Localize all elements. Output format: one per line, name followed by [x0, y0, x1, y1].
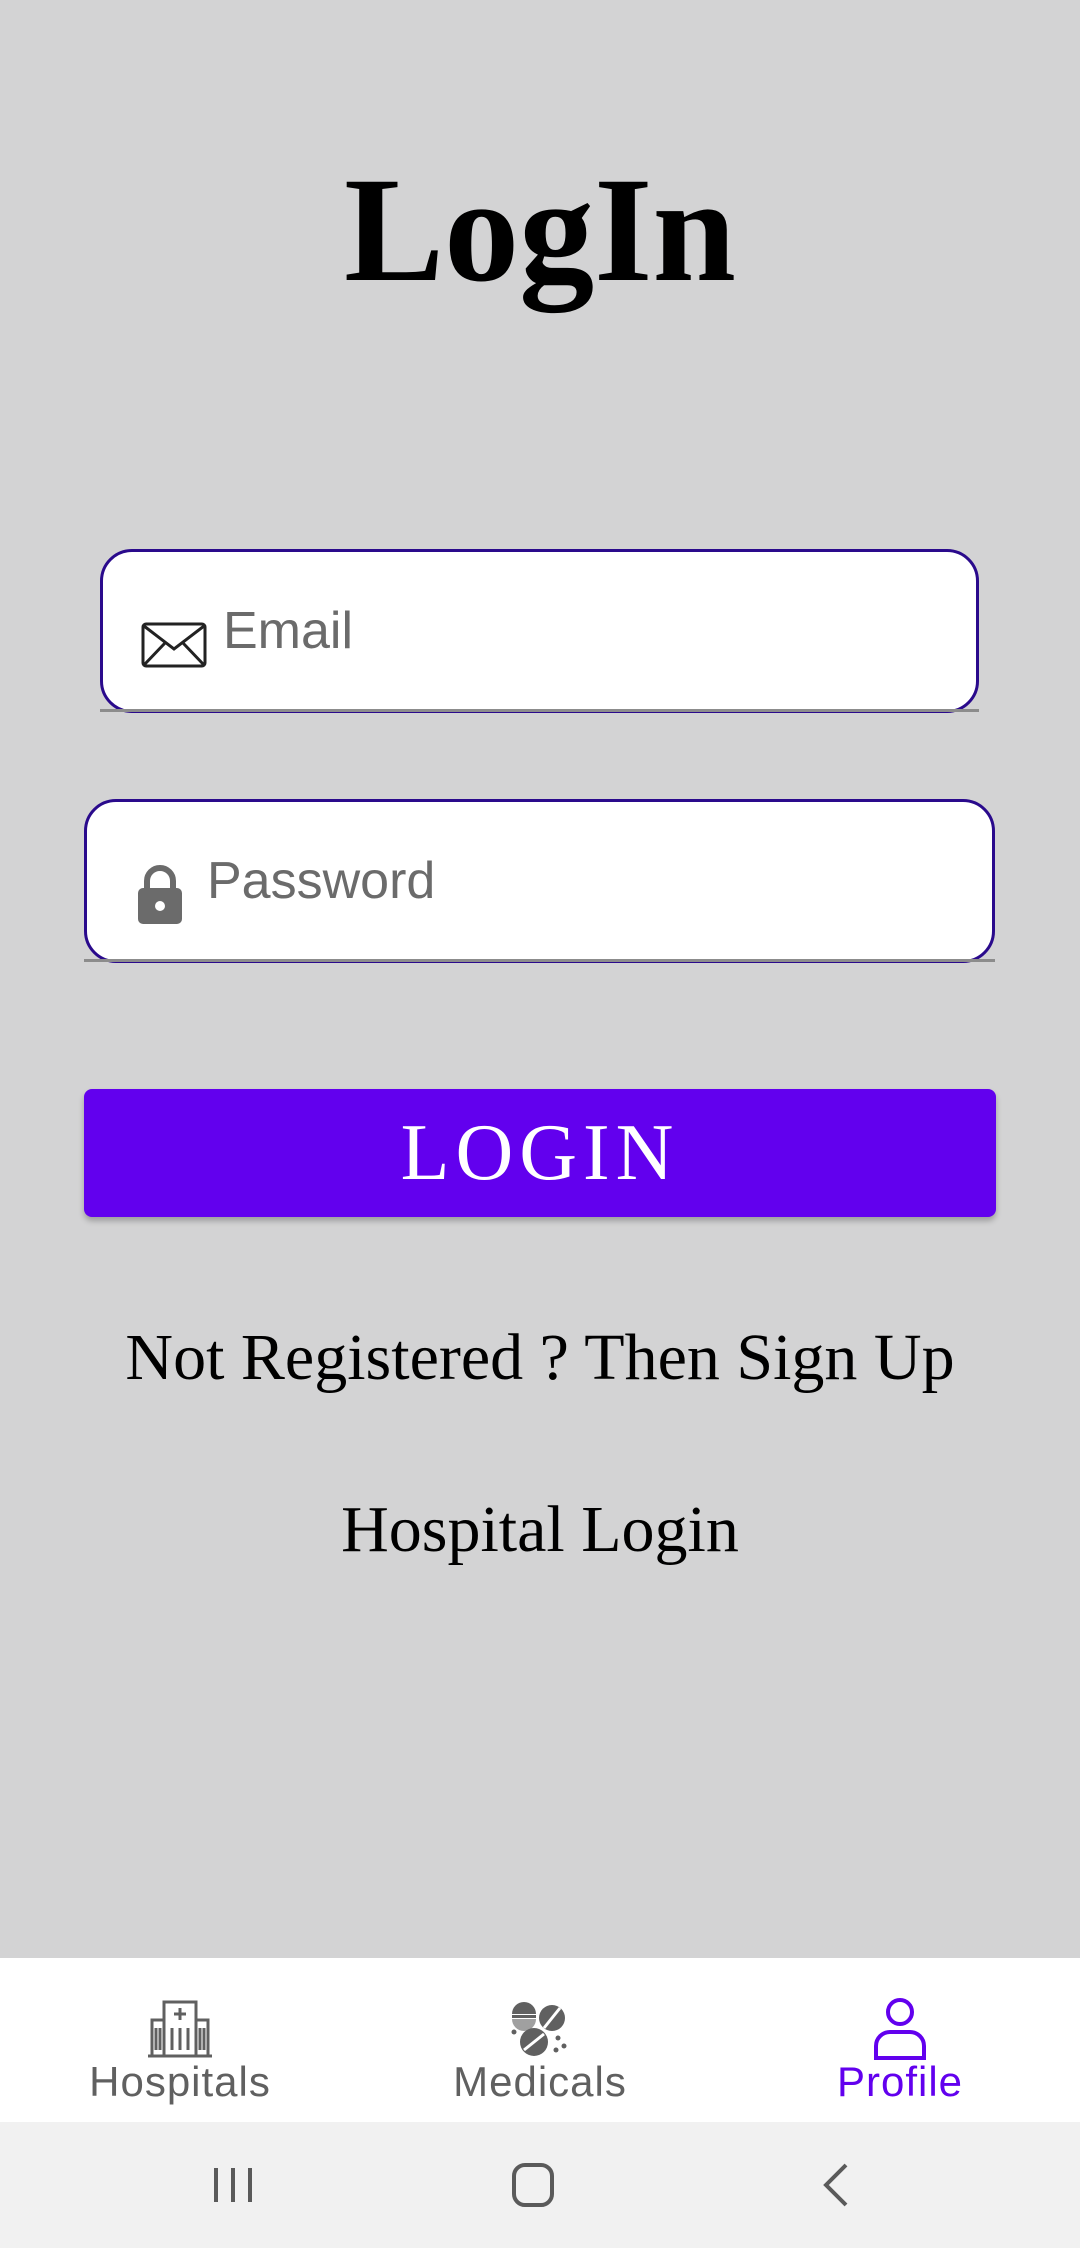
nav-label-profile: Profile: [836, 2058, 964, 2105]
signup-link[interactable]: Not Registered ? Then Sign Up: [0, 1320, 1080, 1396]
email-underline: [100, 709, 979, 712]
recents-icon[interactable]: [198, 2152, 268, 2218]
password-field[interactable]: [84, 799, 995, 963]
nav-label-medicals: Medicals: [453, 2058, 627, 2105]
password-underline: [84, 959, 995, 962]
nav-item-profile[interactable]: Profile: [720, 1958, 1080, 2122]
email-field[interactable]: [100, 549, 979, 713]
hospital-login-link[interactable]: Hospital Login: [0, 1492, 1080, 1568]
password-input[interactable]: [207, 802, 962, 960]
login-button[interactable]: LOGIN: [84, 1089, 996, 1217]
lock-icon: [138, 865, 182, 924]
login-screen: LogIn LOGIN Not Registered ? Then Sign U…: [0, 0, 1080, 1958]
nav-item-medicals[interactable]: Medicals: [360, 1958, 720, 2122]
system-navigation-bar: [0, 2122, 1080, 2248]
email-input[interactable]: [223, 552, 946, 710]
pills-icon: [511, 2002, 567, 2056]
hospital-icon: [148, 2000, 212, 2058]
person-icon: [874, 1998, 926, 2060]
nav-item-hospitals[interactable]: Hospitals: [0, 1958, 360, 2122]
page-title: LogIn: [344, 147, 736, 313]
nav-label-hospitals: Hospitals: [89, 2058, 271, 2105]
bottom-navigation: Hospitals Medicals Profile: [0, 1958, 1080, 2122]
home-icon[interactable]: [498, 2152, 568, 2218]
mail-icon: [141, 622, 207, 668]
back-icon[interactable]: [802, 2152, 872, 2218]
